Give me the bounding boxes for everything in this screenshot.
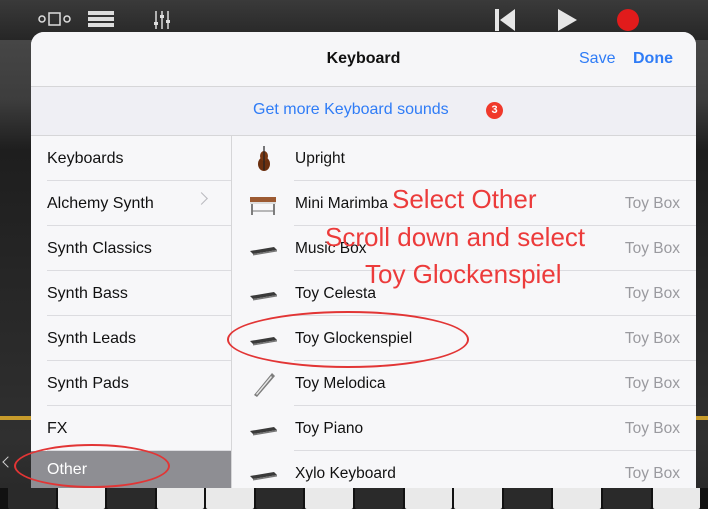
category-list: Keyboards Alchemy Synth Synth Classics S…	[31, 136, 232, 488]
view-toggle-icon[interactable]	[38, 12, 72, 28]
category-item-alchemy-synth[interactable]: Alchemy Synth	[31, 181, 231, 226]
keyboard-icon	[246, 416, 280, 442]
play-icon[interactable]	[558, 9, 578, 33]
upright-bass-icon	[246, 146, 280, 172]
get-more-sounds-link[interactable]: Get more Keyboard sounds	[253, 101, 449, 119]
rewind-icon[interactable]	[495, 9, 515, 33]
category-item-synth-bass[interactable]: Synth Bass	[31, 271, 231, 316]
piano-key[interactable]	[305, 488, 354, 509]
sound-item-toy-melodica[interactable]: Toy Melodica Toy Box	[232, 361, 696, 406]
divider	[696, 416, 708, 420]
sounds-banner: Get more Keyboard sounds 3	[31, 87, 696, 136]
divider	[0, 416, 31, 420]
sound-name: Xylo Keyboard	[295, 465, 396, 482]
piano-key[interactable]	[57, 488, 106, 509]
marimba-icon	[246, 191, 280, 217]
category-item-fx[interactable]: FX	[31, 406, 231, 451]
chevron-right-icon	[195, 192, 208, 205]
category-label: Keyboards	[47, 150, 124, 167]
category-label: FX	[47, 420, 68, 437]
category-label: Synth Bass	[47, 285, 128, 302]
category-item-keyboards[interactable]: Keyboards	[31, 136, 231, 181]
keyboard-sound-popover: Keyboard Save Done Get more Keyboard sou…	[31, 32, 696, 488]
piano-key[interactable]	[107, 488, 155, 509]
annotation-line-3: Toy Glockenspiel	[365, 259, 562, 289]
category-label: Synth Leads	[47, 330, 136, 347]
save-button[interactable]: Save	[579, 50, 615, 68]
sound-group: Toy Box	[624, 195, 680, 212]
done-button[interactable]: Done	[633, 50, 673, 68]
annotation-line-1: Select Other	[392, 184, 537, 214]
highlight-oval-glockenspiel	[227, 311, 469, 368]
category-item-synth-leads[interactable]: Synth Leads	[31, 316, 231, 361]
sound-name: Mini Marimba	[295, 195, 389, 212]
highlight-oval-other	[14, 444, 170, 488]
sound-name: Toy Piano	[295, 420, 364, 437]
sound-group: Toy Box	[624, 285, 680, 302]
sound-name: Upright	[295, 150, 345, 167]
annotation-line-2: Scroll down and select	[325, 222, 586, 252]
sound-group: Toy Box	[624, 330, 680, 347]
sound-name: Toy Celesta	[295, 285, 376, 302]
piano-key[interactable]	[503, 488, 552, 509]
sound-group: Toy Box	[624, 375, 680, 392]
sound-group: Toy Box	[624, 420, 680, 437]
sound-name: Toy Melodica	[295, 375, 386, 392]
sound-item-xylo-keyboard[interactable]: Xylo Keyboard Toy Box	[232, 451, 696, 488]
category-label: Alchemy Synth	[47, 195, 154, 212]
piano-key[interactable]	[602, 488, 651, 509]
record-icon[interactable]	[617, 9, 639, 31]
category-label: Synth Pads	[47, 375, 129, 392]
melodica-icon	[246, 371, 280, 397]
piano-keyboard[interactable]	[0, 488, 708, 509]
piano-key[interactable]	[553, 488, 601, 509]
piano-key[interactable]	[156, 488, 205, 509]
notification-badge: 3	[486, 102, 503, 119]
keyboard-icon	[246, 236, 280, 262]
category-label: Synth Classics	[47, 240, 152, 257]
mixer-icon[interactable]	[152, 10, 172, 32]
sound-item-toy-piano[interactable]: Toy Piano Toy Box	[232, 406, 696, 451]
keyboard-icon	[246, 461, 280, 487]
sound-item-upright[interactable]: Upright	[232, 136, 696, 181]
piano-key[interactable]	[355, 488, 403, 509]
category-item-synth-pads[interactable]: Synth Pads	[31, 361, 231, 406]
piano-key[interactable]	[255, 488, 304, 509]
piano-key[interactable]	[652, 488, 701, 509]
sound-group: Toy Box	[624, 465, 680, 482]
piano-key[interactable]	[8, 488, 56, 509]
sound-group: Toy Box	[624, 240, 680, 257]
popover-header: Keyboard Save Done	[31, 32, 696, 87]
piano-key[interactable]	[404, 488, 453, 509]
keyboard-icon	[246, 281, 280, 307]
piano-key[interactable]	[206, 488, 254, 509]
category-item-synth-classics[interactable]: Synth Classics	[31, 226, 231, 271]
piano-key[interactable]	[454, 488, 502, 509]
tracks-icon[interactable]	[88, 10, 114, 30]
